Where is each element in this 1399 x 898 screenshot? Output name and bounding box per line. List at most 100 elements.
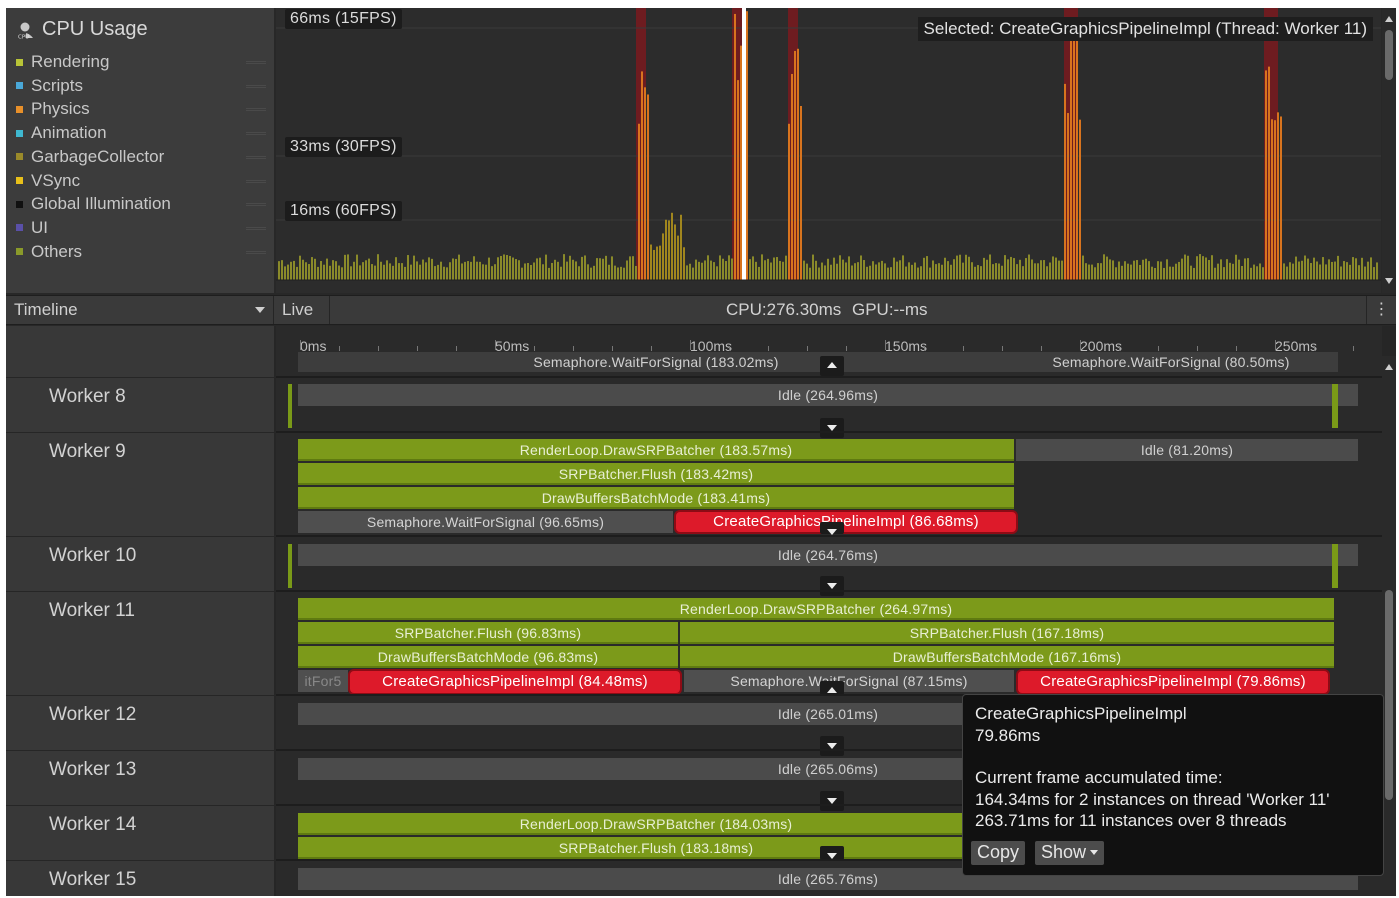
legend-drag-handle[interactable] (246, 179, 266, 183)
thread-name-worker-8[interactable]: Worker 8 (6, 378, 274, 433)
expand-worker-13-icon[interactable] (820, 791, 844, 811)
cpu-sample-bar (959, 254, 961, 280)
legend-item-global-illumination[interactable]: Global Illumination (16, 194, 171, 214)
thread-name-worker-9[interactable]: Worker 9 (6, 433, 274, 537)
worker-11-drawbuffers-right-bar[interactable]: DrawBuffersBatchMode (167.16ms) (680, 646, 1334, 668)
worker-9-create-pipeline-bar[interactable]: CreateGraphicsPipelineImpl (86.68ms) (674, 510, 1018, 534)
cpu-sample-bar (974, 266, 976, 280)
fps-60-label: 16ms (60FPS) (285, 201, 402, 221)
cpu-sample-bar (1370, 257, 1372, 280)
worker-11-wait-stub-bar[interactable]: itFor5 (298, 670, 348, 692)
thread-name-worker-13[interactable]: Worker 13 (6, 751, 274, 806)
expand-worker-10-icon[interactable] (820, 576, 844, 596)
cpu-sample-bar (1181, 258, 1183, 280)
cpu-sample-bar (734, 13, 736, 281)
cpu-sample-bar (1079, 119, 1081, 280)
worker-14-renderloop-bar[interactable]: RenderLoop.DrawSRPBatcher (184.03ms) (298, 813, 1014, 835)
worker-11-create-pipeline-right-bar[interactable]: CreateGraphicsPipelineImpl (79.86ms) (1016, 669, 1330, 695)
cpu-gpu-time: CPU:276.30ms GPU:--ms (726, 300, 928, 319)
worker-9-flush-bar[interactable]: SRPBatcher.Flush (183.42ms) (298, 463, 1014, 485)
legend-item-ui[interactable]: UI (16, 218, 48, 238)
thread-name-worker-12[interactable]: Worker 12 (6, 696, 274, 751)
legend-drag-handle[interactable] (246, 108, 266, 112)
legend-drag-handle[interactable] (246, 250, 266, 254)
timeline-scrollbar[interactable] (1382, 356, 1396, 896)
worker-9-idle-bar[interactable]: Idle (81.20ms) (1016, 439, 1358, 461)
collapse-worker-11-icon[interactable] (820, 681, 844, 695)
worker-11-flush-right-bar[interactable]: SRPBatcher.Flush (167.18ms) (680, 622, 1334, 644)
thread-separator (276, 535, 1382, 537)
show-dropdown-button[interactable]: Show (1035, 841, 1105, 865)
view-mode-dropdown[interactable]: Timeline (6, 296, 274, 324)
expand-worker-14-icon[interactable] (820, 846, 844, 860)
legend-item-garbagecollector[interactable]: GarbageCollector (16, 147, 164, 167)
cpu-sample-bar (344, 254, 346, 280)
legend-item-animation[interactable]: Animation (16, 123, 107, 143)
cpu-sample-bar (794, 50, 796, 281)
cpu-sample-bar (1097, 263, 1099, 280)
graph-scrollbar[interactable] (1382, 8, 1396, 293)
main-wait-bar-left[interactable]: Semaphore.WaitForSignal (183.02ms) (426, 352, 886, 372)
cpu-sample-bar (440, 261, 442, 280)
live-button[interactable]: Live (274, 296, 330, 324)
legend-drag-handle[interactable] (246, 155, 266, 159)
cpu-sample-bar (611, 256, 613, 280)
worker-11-wait-bar[interactable]: Semaphore.WaitForSignal (87.15ms) (684, 670, 1014, 692)
legend-swatch (16, 58, 23, 66)
cpu-sample-bar (902, 255, 904, 280)
worker-11-drawbuffers-left-bar[interactable]: DrawBuffersBatchMode (96.83ms) (298, 646, 678, 668)
worker-9-wait-bar[interactable]: Semaphore.WaitForSignal (96.65ms) (298, 511, 673, 533)
cpu-sample-bar (1373, 267, 1375, 280)
legend-drag-handle[interactable] (246, 61, 266, 64)
cpu-sample-bar (1004, 255, 1006, 280)
worker-14-flush-bar[interactable]: SRPBatcher.Flush (183.18ms) (298, 837, 1014, 859)
legend-item-vsync[interactable]: VSync (16, 171, 80, 191)
sample-marker (1332, 544, 1338, 588)
legend-item-physics[interactable]: Physics (16, 99, 90, 119)
collapse-main-icon[interactable] (820, 356, 844, 376)
cpu-sample-bar (1142, 259, 1144, 280)
kebab-menu-icon[interactable]: ⋮ (1366, 296, 1396, 324)
cpu-sample-bar (1325, 264, 1327, 280)
expand-worker-8-icon[interactable] (820, 418, 844, 438)
copy-button[interactable]: Copy (971, 841, 1026, 865)
thread-name-worker-11[interactable]: Worker 11 (6, 592, 274, 696)
scroll-down-icon[interactable] (1385, 278, 1393, 284)
cpu-sample-bar (854, 263, 856, 280)
worker-11-renderloop-bar[interactable]: RenderLoop.DrawSRPBatcher (264.97ms) (298, 598, 1334, 620)
worker-9-drawbuffers-bar[interactable]: DrawBuffersBatchMode (183.41ms) (298, 487, 1014, 509)
cpu-sample-bar (626, 260, 628, 280)
thread-name-worker-15[interactable]: Worker 15 (6, 861, 274, 896)
main-wait-bar-right[interactable]: Semaphore.WaitForSignal (80.50ms) (1016, 352, 1326, 372)
show-button-label: Show (1041, 842, 1087, 862)
graph-scroll-thumb[interactable] (1385, 30, 1393, 80)
legend-drag-handle[interactable] (246, 132, 266, 136)
cpu-sample-bar (1169, 266, 1171, 280)
worker-8-idle-bar[interactable]: Idle (264.96ms) (298, 384, 1358, 406)
legend-item-scripts[interactable]: Scripts (16, 76, 83, 96)
legend-item-others[interactable]: Others (16, 242, 82, 262)
cpu-usage-graph[interactable]: 66ms (15FPS) 33ms (30FPS) 16ms (60FPS) S… (276, 8, 1381, 293)
legend-item-rendering[interactable]: Rendering (16, 52, 109, 72)
legend-drag-handle[interactable] (246, 84, 266, 88)
legend-drag-handle[interactable] (246, 226, 266, 230)
cpu-sample-bar (368, 258, 370, 280)
scroll-up-icon[interactable] (1385, 16, 1393, 22)
thread-name-worker-10[interactable]: Worker 10 (6, 537, 274, 592)
thread-name-worker-14[interactable]: Worker 14 (6, 806, 274, 861)
worker-11-flush-left-bar[interactable]: SRPBatcher.Flush (96.83ms) (298, 622, 678, 644)
scroll-up-icon[interactable] (1385, 364, 1393, 370)
worker-9-renderloop-bar[interactable]: RenderLoop.DrawSRPBatcher (183.57ms) (298, 439, 1014, 461)
cpu-sample-bar (725, 261, 727, 280)
cpu-sample-bar (1109, 259, 1111, 280)
legend-drag-handle[interactable] (246, 203, 266, 207)
worker-11-create-pipeline-left-bar[interactable]: CreateGraphicsPipelineImpl (84.48ms) (348, 669, 682, 695)
worker-10-idle-bar[interactable]: Idle (264.76ms) (298, 544, 1358, 566)
expand-worker-12-icon[interactable] (820, 736, 844, 756)
cpu-sample-bar (893, 257, 895, 280)
cpu-sample-bar (332, 260, 334, 280)
cpu-sample-bar (863, 260, 865, 280)
timeline-scroll-thumb[interactable] (1385, 590, 1393, 800)
expand-worker-9-icon[interactable] (820, 522, 844, 535)
cpu-sample-bar (947, 261, 949, 280)
